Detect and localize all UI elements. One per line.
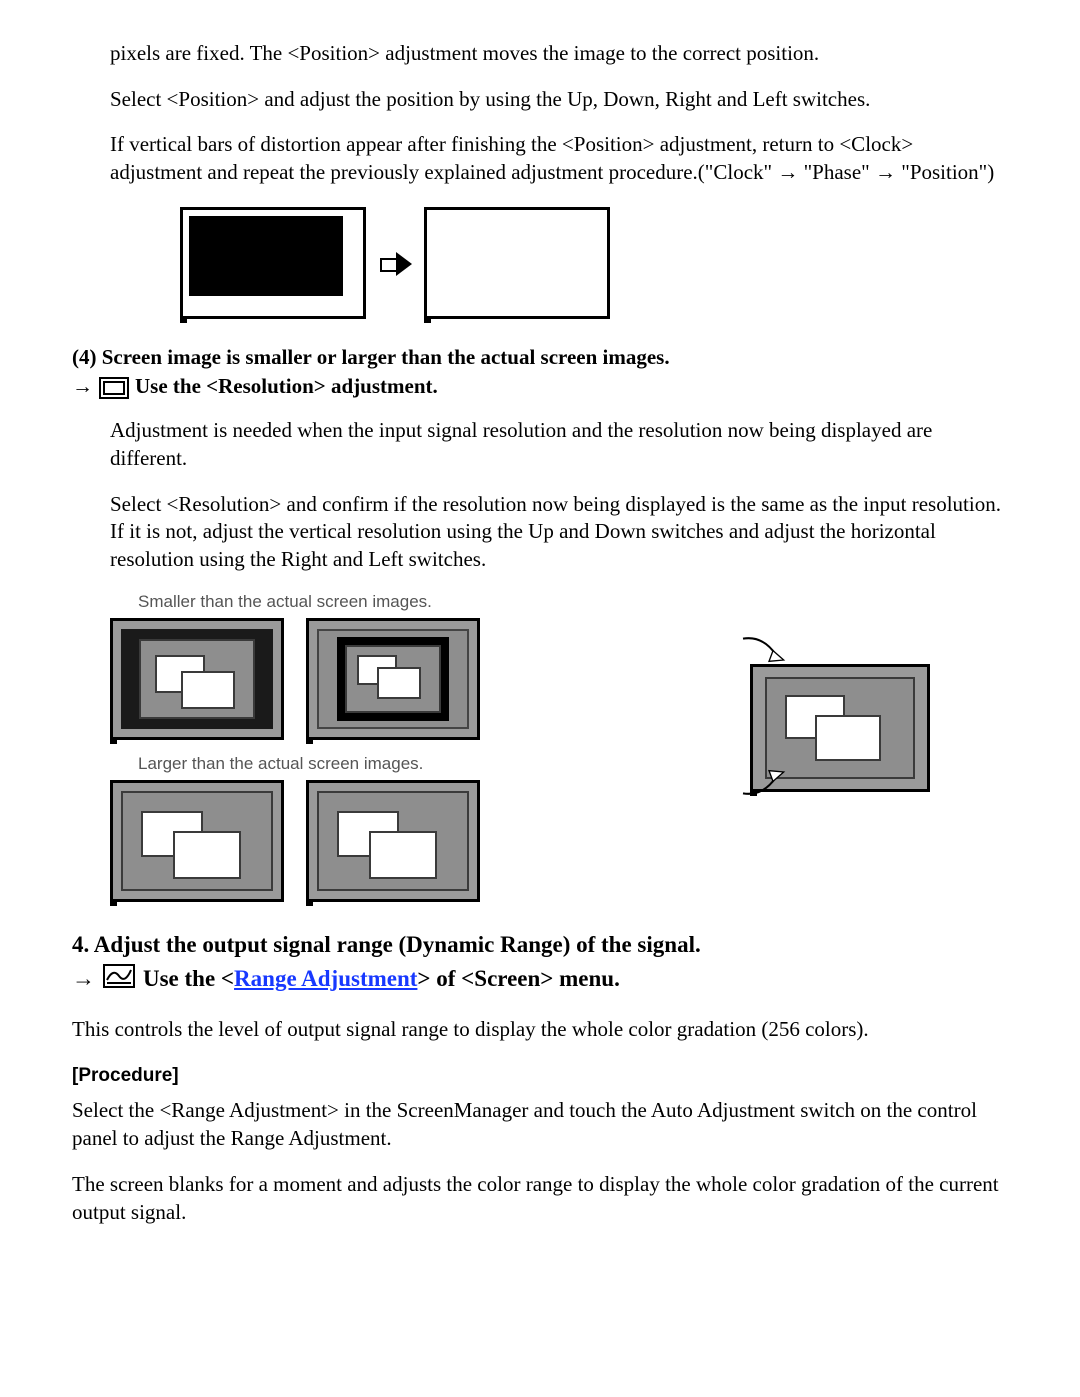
caption-smaller: Smaller than the actual screen images. xyxy=(138,592,720,612)
arrow-text-icon: → xyxy=(72,966,95,992)
intro-block: pixels are fixed. The <Position> adjustm… xyxy=(72,40,1008,319)
monitor-larger-a-icon xyxy=(110,780,284,902)
row-larger xyxy=(110,780,720,902)
range-icon xyxy=(103,964,135,994)
caption-larger: Larger than the actual screen images. xyxy=(138,754,720,774)
resolution-figure: Smaller than the actual screen images. L… xyxy=(110,592,720,902)
section4-body: Adjustment is needed when the input sign… xyxy=(72,417,1008,574)
paragraph: pixels are fixed. The <Position> adjustm… xyxy=(110,40,1008,68)
paragraph: Select <Position> and adjust the positio… xyxy=(110,86,1008,114)
instruction-text: Use the <Range Adjustment> of <Screen> m… xyxy=(143,966,620,992)
arrow-down-right-icon xyxy=(734,632,792,672)
monitor-larger-b-icon xyxy=(306,780,480,902)
range-adjustment-link[interactable]: Range Adjustment xyxy=(234,966,417,991)
paragraph: If vertical bars of distortion appear af… xyxy=(110,131,1008,186)
monitor-smaller-b-icon xyxy=(306,618,480,740)
section4-heading: (4) Screen image is smaller or larger th… xyxy=(72,345,1008,370)
monitor-before-icon xyxy=(180,207,366,319)
document-page: pixels are fixed. The <Position> adjustm… xyxy=(0,0,1080,1304)
monitor-after-icon xyxy=(424,207,610,319)
row-smaller xyxy=(110,618,720,740)
procedure-heading: [Procedure] xyxy=(72,1065,1008,1087)
paragraph: Select the <Range Adjustment> in the Scr… xyxy=(72,1097,1008,1152)
arrow-up-right-icon xyxy=(734,760,792,800)
instruction-text: Use the <Resolution> adjustment. xyxy=(135,374,438,399)
monitor-smaller-a-icon xyxy=(110,618,284,740)
step4-instruction: → Use the <Range Adjustment> of <Screen>… xyxy=(72,964,1008,994)
paragraph: Adjustment is needed when the input sign… xyxy=(110,417,1008,472)
position-figure xyxy=(180,207,1008,319)
section4-instruction: → Use the <Resolution> adjustment. xyxy=(72,374,1008,399)
paragraph: The screen blanks for a moment and adjus… xyxy=(72,1171,1008,1226)
arrow-right-icon xyxy=(380,253,410,273)
arrow-text-icon: → xyxy=(72,374,93,399)
paragraph: This controls the level of output signal… xyxy=(72,1016,1008,1044)
paragraph: Select <Resolution> and confirm if the r… xyxy=(110,491,1008,574)
step4-heading: 4. Adjust the output signal range (Dynam… xyxy=(72,932,1008,958)
resolution-icon xyxy=(99,374,129,399)
